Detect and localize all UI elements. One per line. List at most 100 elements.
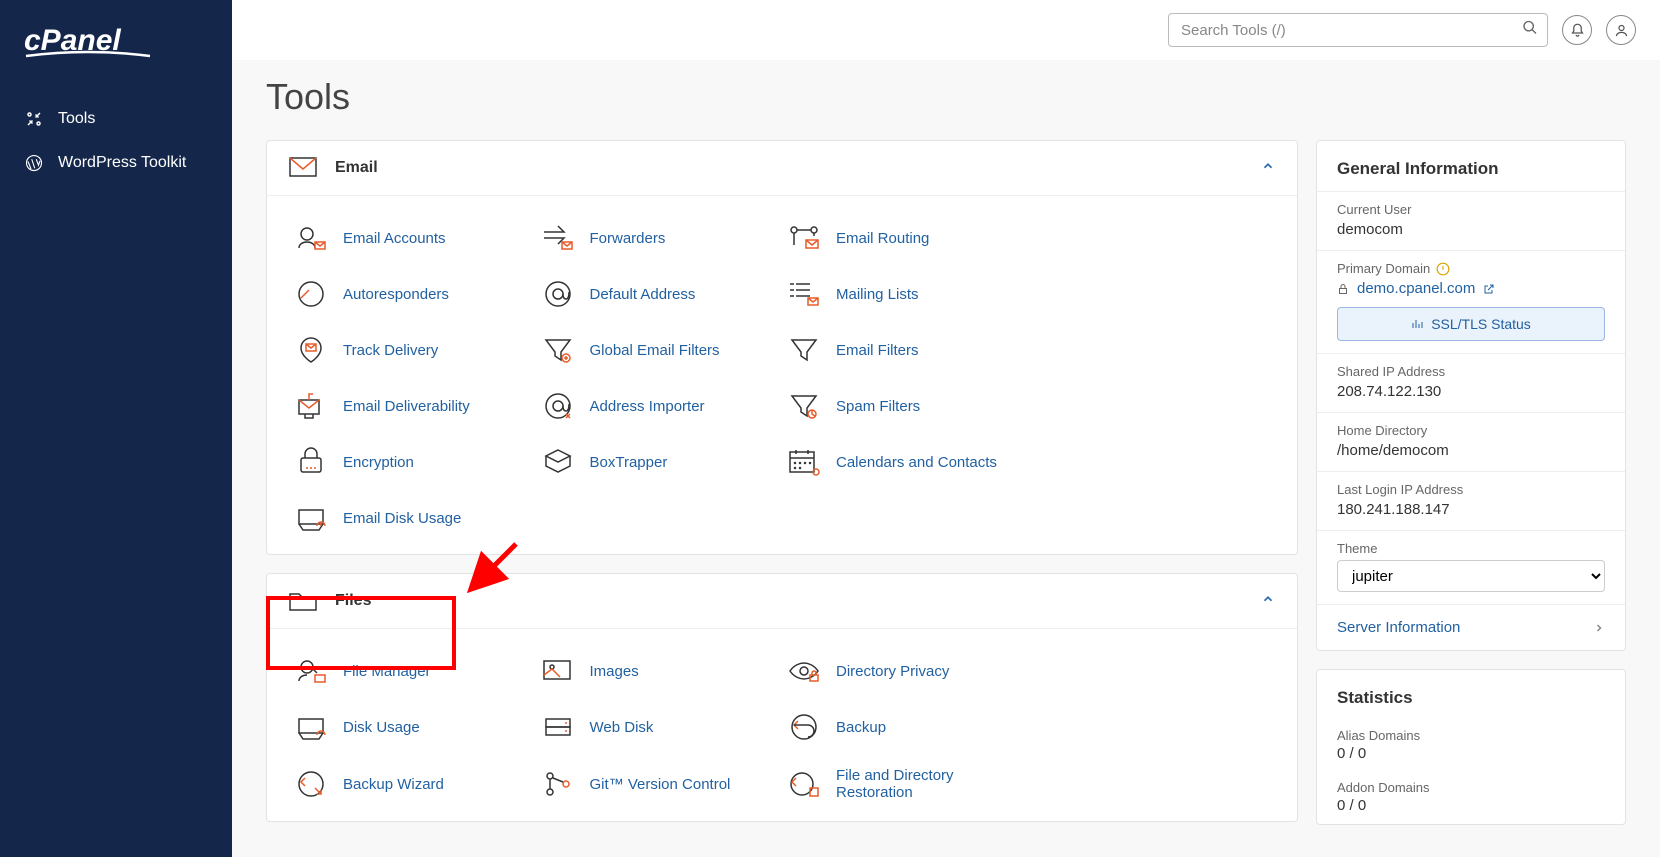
tool-label: Track Delivery — [343, 342, 438, 359]
ssl-status-button[interactable]: SSL/TLS Status — [1337, 307, 1605, 341]
disk-usage-icon — [293, 713, 329, 741]
tool-label: Web Disk — [590, 719, 654, 736]
search-input[interactable] — [1168, 13, 1548, 47]
sidebar-item-label: WordPress Toolkit — [58, 154, 186, 172]
directory-privacy-icon — [786, 657, 822, 685]
deliverability-icon — [293, 392, 329, 420]
tool-label: Email Routing — [836, 230, 929, 247]
topbar — [232, 0, 1660, 60]
tool-encryption[interactable]: Encryption — [289, 434, 536, 490]
lock-icon — [1337, 283, 1349, 295]
sidebar-item-tools[interactable]: Tools — [0, 97, 232, 141]
sidebar: cPanel Tools WordPress Toolkit — [0, 0, 232, 857]
info-label-shared-ip: Shared IP Address — [1337, 364, 1605, 379]
notifications-button[interactable] — [1562, 15, 1592, 45]
address-importer-icon — [540, 392, 576, 420]
stat-value-addon: 0 / 0 — [1337, 797, 1605, 814]
tool-web-disk[interactable]: Web Disk — [536, 699, 783, 755]
tool-label: Disk Usage — [343, 719, 420, 736]
panel-files: Files File Manager Images Directory Priv… — [266, 573, 1298, 822]
email-accounts-icon — [293, 224, 329, 252]
web-disk-icon — [540, 713, 576, 741]
tool-track-delivery[interactable]: Track Delivery — [289, 322, 536, 378]
tool-email-routing[interactable]: Email Routing — [782, 210, 1029, 266]
server-information-link[interactable]: Server Information — [1317, 604, 1625, 650]
page-title: Tools — [266, 76, 1626, 118]
tool-boxtrapper[interactable]: BoxTrapper — [536, 434, 783, 490]
info-value-last-login: 180.241.188.147 — [1337, 501, 1605, 518]
autoresponders-icon — [293, 280, 329, 308]
tool-file-restoration[interactable]: File and Directory Restoration — [782, 755, 1029, 813]
sidebar-item-wordpress[interactable]: WordPress Toolkit — [0, 141, 232, 185]
tool-global-email-filters[interactable]: Global Email Filters — [536, 322, 783, 378]
tool-address-importer[interactable]: Address Importer — [536, 378, 783, 434]
tool-mailing-lists[interactable]: Mailing Lists — [782, 266, 1029, 322]
info-label-primary-domain: Primary Domain — [1337, 261, 1605, 276]
tool-label: Calendars and Contacts — [836, 454, 997, 471]
tool-label: BoxTrapper — [590, 454, 668, 471]
tool-label: Email Disk Usage — [343, 510, 461, 527]
default-address-icon — [540, 280, 576, 308]
tool-spam-filters[interactable]: Spam Filters — [782, 378, 1029, 434]
tool-images[interactable]: Images — [536, 643, 783, 699]
bars-icon — [1411, 318, 1423, 330]
tool-git-version-control[interactable]: Git™ Version Control — [536, 755, 783, 813]
info-label-last-login: Last Login IP Address — [1337, 482, 1605, 497]
disk-usage-icon — [293, 504, 329, 532]
tool-disk-usage[interactable]: Disk Usage — [289, 699, 536, 755]
info-value-shared-ip: 208.74.122.130 — [1337, 383, 1605, 400]
tool-label: Autoresponders — [343, 286, 449, 303]
chevron-up-icon — [1261, 592, 1275, 611]
tool-label: Forwarders — [590, 230, 666, 247]
tool-label: File Manager — [343, 663, 431, 680]
stats-title: Statistics — [1317, 670, 1625, 720]
tool-label: Spam Filters — [836, 398, 920, 415]
tool-email-accounts[interactable]: Email Accounts — [289, 210, 536, 266]
tool-backup[interactable]: Backup — [782, 699, 1029, 755]
panel-header-files[interactable]: Files — [267, 574, 1297, 629]
tool-label: Encryption — [343, 454, 414, 471]
tool-email-disk-usage[interactable]: Email Disk Usage — [289, 490, 536, 546]
tool-default-address[interactable]: Default Address — [536, 266, 783, 322]
track-delivery-icon — [293, 336, 329, 364]
tool-calendars-contacts[interactable]: Calendars and Contacts — [782, 434, 1029, 490]
panel-general-info: General Information Current User democom… — [1316, 140, 1626, 651]
chevron-right-icon — [1593, 622, 1605, 634]
theme-select[interactable]: jupiter — [1337, 560, 1605, 592]
info-value-home-dir: /home/democom — [1337, 442, 1605, 459]
tool-label: Mailing Lists — [836, 286, 919, 303]
sidebar-item-label: Tools — [58, 110, 95, 128]
tool-directory-privacy[interactable]: Directory Privacy — [782, 643, 1029, 699]
tool-label: Backup Wizard — [343, 776, 444, 793]
tool-label: Git™ Version Control — [590, 776, 731, 793]
info-label-home-dir: Home Directory — [1337, 423, 1605, 438]
warning-icon — [1436, 262, 1450, 276]
tool-label: Email Filters — [836, 342, 919, 359]
tool-file-manager[interactable]: File Manager — [289, 643, 536, 699]
tool-email-deliverability[interactable]: Email Deliverability — [289, 378, 536, 434]
encryption-icon — [293, 448, 329, 476]
tool-label: Backup — [836, 719, 886, 736]
info-label-current-user: Current User — [1337, 202, 1605, 217]
calendar-icon — [786, 448, 822, 476]
global-filters-icon — [540, 336, 576, 364]
tool-autoresponders[interactable]: Autoresponders — [289, 266, 536, 322]
file-manager-icon — [293, 657, 329, 685]
envelope-icon — [289, 157, 317, 179]
backup-wizard-icon — [293, 770, 329, 798]
panel-statistics: Statistics Alias Domains 0 / 0 Addon Dom… — [1316, 669, 1626, 825]
panel-title: Files — [335, 592, 1261, 610]
tool-forwarders[interactable]: Forwarders — [536, 210, 783, 266]
tool-email-filters[interactable]: Email Filters — [782, 322, 1029, 378]
git-icon — [540, 770, 576, 798]
panel-email: Email Email Accounts Forwarders Email Ro… — [266, 140, 1298, 555]
user-menu-button[interactable] — [1606, 15, 1636, 45]
info-label-theme: Theme — [1337, 541, 1605, 556]
external-link-icon — [1483, 283, 1495, 295]
forwarders-icon — [540, 224, 576, 252]
panel-header-email[interactable]: Email — [267, 141, 1297, 196]
tool-backup-wizard[interactable]: Backup Wizard — [289, 755, 536, 813]
folder-icon — [289, 590, 317, 612]
tool-label: Email Deliverability — [343, 398, 470, 415]
primary-domain-link[interactable]: demo.cpanel.com — [1337, 280, 1605, 297]
